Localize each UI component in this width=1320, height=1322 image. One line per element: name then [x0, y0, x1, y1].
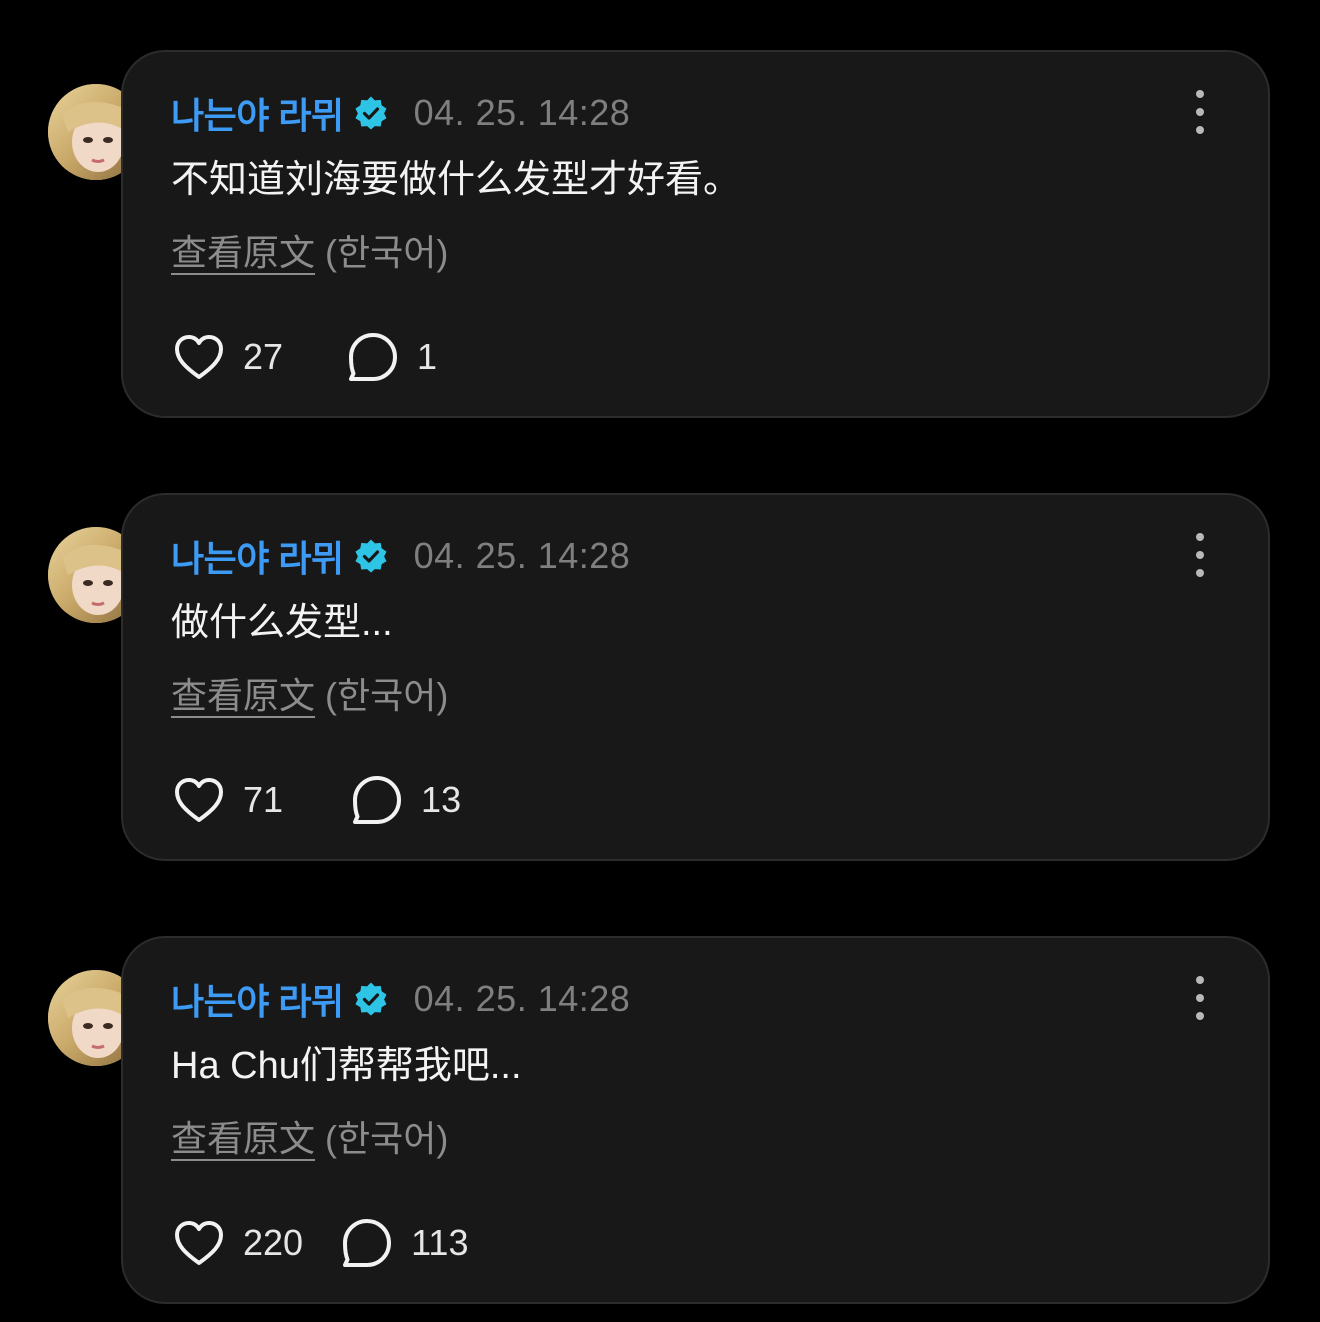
- speech-bubble-icon: [349, 333, 398, 381]
- post-header: 나는야 라뮈 04. 25. 14:28: [171, 88, 630, 138]
- original-language-label: (한국어): [325, 675, 449, 716]
- post-timestamp: 04. 25. 14:28: [413, 978, 631, 1019]
- author-name[interactable]: 나는야 라뮈: [171, 973, 344, 1025]
- post-card[interactable]: 나는야 라뮈 04. 25. 14:28 不知道刘海要做什么发型才好看。 查看原…: [121, 50, 1270, 418]
- like-count: 27: [243, 336, 284, 377]
- reply-button[interactable]: 1: [345, 329, 437, 385]
- see-original-link[interactable]: 查看原文: [171, 675, 315, 716]
- translation-note: 查看原文 (한국어): [171, 228, 448, 278]
- reply-button[interactable]: 113: [339, 1215, 468, 1271]
- translation-note: 查看原文 (한국어): [171, 671, 448, 721]
- like-button[interactable]: 27: [171, 329, 283, 385]
- post-item: 나는야 라뮈 04. 25. 14:28 Ha Chu们帮帮我吧... 查看原文…: [0, 936, 1320, 1306]
- more-vertical-icon: [1196, 90, 1204, 98]
- post-card[interactable]: 나는야 라뮈 04. 25. 14:28 做什么发型... 查看原文 (한국어) …: [121, 493, 1270, 861]
- speech-bubble-icon: [353, 776, 402, 824]
- post-timestamp: 04. 25. 14:28: [413, 92, 631, 133]
- post-actions: 27 1: [171, 329, 437, 385]
- post-text: 不知道刘海要做什么发型才好看。: [171, 159, 742, 201]
- post-text: Ha Chu们帮帮我吧...: [171, 1045, 522, 1087]
- more-options-button[interactable]: [1188, 976, 1212, 1020]
- verified-badge-icon: [355, 539, 387, 573]
- post-text: 做什么发型...: [171, 602, 393, 644]
- reply-button[interactable]: 13: [349, 772, 461, 828]
- more-vertical-icon: [1196, 533, 1204, 541]
- post-header: 나는야 라뮈 04. 25. 14:28: [171, 974, 630, 1024]
- see-original-link[interactable]: 查看原文: [171, 232, 315, 273]
- reply-count: 113: [411, 1222, 469, 1263]
- see-original-link[interactable]: 查看原文: [171, 1118, 315, 1159]
- speech-bubble-icon: [343, 1219, 392, 1267]
- author-name[interactable]: 나는야 라뮈: [171, 530, 344, 582]
- post-item: 나는야 라뮈 04. 25. 14:28 做什么发型... 查看原文 (한국어) …: [0, 493, 1320, 863]
- like-button[interactable]: 71: [171, 772, 283, 828]
- post-actions: 71 13: [171, 772, 461, 828]
- reply-count: 13: [421, 779, 462, 820]
- like-button[interactable]: 220: [171, 1215, 303, 1271]
- author-name[interactable]: 나는야 라뮈: [171, 87, 344, 139]
- heart-icon: [175, 1221, 223, 1265]
- post-timestamp: 04. 25. 14:28: [413, 535, 631, 576]
- post-actions: 220 113: [171, 1215, 468, 1271]
- reply-count: 1: [417, 336, 438, 377]
- original-language-label: (한국어): [325, 232, 449, 273]
- more-options-button[interactable]: [1188, 90, 1212, 134]
- like-count: 220: [243, 1222, 304, 1263]
- original-language-label: (한국어): [325, 1118, 449, 1159]
- translation-note: 查看原文 (한국어): [171, 1114, 448, 1164]
- post-card[interactable]: 나는야 라뮈 04. 25. 14:28 Ha Chu们帮帮我吧... 查看原文…: [121, 936, 1270, 1304]
- post-item: 나는야 라뮈 04. 25. 14:28 不知道刘海要做什么发型才好看。 查看原…: [0, 50, 1320, 420]
- more-options-button[interactable]: [1188, 533, 1212, 577]
- heart-icon: [175, 335, 223, 379]
- post-header: 나는야 라뮈 04. 25. 14:28: [171, 531, 630, 581]
- verified-badge-icon: [355, 982, 387, 1016]
- verified-badge-icon: [355, 96, 387, 130]
- heart-icon: [175, 778, 223, 822]
- like-count: 71: [243, 779, 284, 820]
- more-vertical-icon: [1196, 976, 1204, 984]
